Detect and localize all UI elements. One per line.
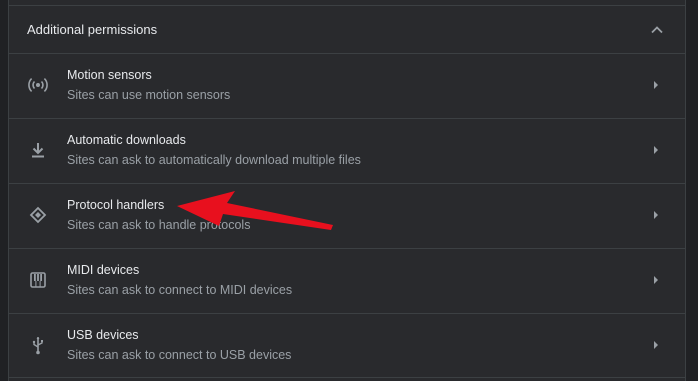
usb-icon bbox=[32, 337, 43, 355]
row-description: Sites can ask to automatically download … bbox=[67, 153, 361, 167]
row-title: Protocol handlers bbox=[67, 198, 165, 212]
usb-devices-row[interactable]: USB devices Sites can ask to connect to … bbox=[9, 313, 685, 378]
midi-piano-icon bbox=[30, 272, 46, 288]
automatic-downloads-row[interactable]: Automatic downloads Sites can ask to aut… bbox=[9, 118, 685, 183]
protocol-handlers-row[interactable]: Protocol handlers Sites can ask to handl… bbox=[9, 183, 685, 248]
download-icon bbox=[32, 143, 44, 158]
midi-devices-row[interactable]: MIDI devices Sites can ask to connect to… bbox=[9, 248, 685, 313]
motion-sensors-row[interactable]: Motion sensors Sites can use motion sens… bbox=[9, 53, 685, 118]
sensors-icon bbox=[28, 78, 48, 92]
chevron-right-icon bbox=[654, 81, 658, 89]
row-title: USB devices bbox=[67, 328, 139, 342]
additional-permissions-header[interactable]: Additional permissions bbox=[9, 6, 685, 53]
chevron-right-icon bbox=[654, 211, 658, 219]
row-description: Sites can ask to connect to USB devices bbox=[67, 348, 292, 362]
chevron-right-icon bbox=[654, 146, 658, 154]
chevron-right-icon bbox=[654, 341, 658, 349]
chevron-up-icon[interactable] bbox=[647, 20, 667, 40]
section-title: Additional permissions bbox=[27, 22, 158, 37]
chevron-right-icon bbox=[654, 276, 658, 284]
permissions-card: Additional permissions Motion sensors Si… bbox=[8, 0, 686, 381]
row-title: Motion sensors bbox=[67, 68, 152, 82]
row-description: Sites can use motion sensors bbox=[67, 88, 231, 102]
row-description: Sites can ask to handle protocols bbox=[67, 218, 251, 232]
row-title: MIDI devices bbox=[67, 263, 140, 277]
divider bbox=[9, 377, 685, 378]
row-description: Sites can ask to connect to MIDI devices bbox=[67, 283, 293, 297]
protocol-handler-icon bbox=[29, 206, 47, 224]
row-title: Automatic downloads bbox=[67, 133, 186, 147]
